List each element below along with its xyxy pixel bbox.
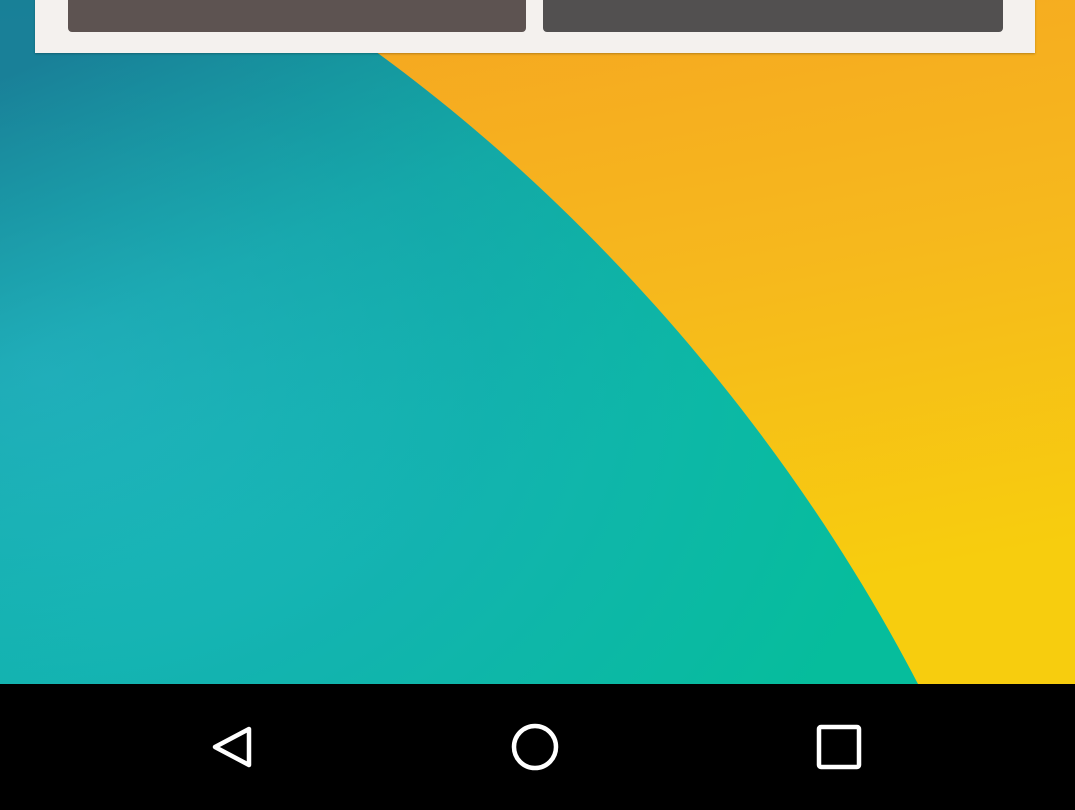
wallpaper-art [0,0,1075,684]
widget-card [35,0,1035,53]
widget-left-button[interactable] [68,0,526,32]
triangle-back-icon [212,726,252,768]
android-home-screen [0,0,1075,810]
wallpaper [0,0,1075,684]
navigation-bar [0,684,1075,810]
square-recents-icon [816,724,862,770]
recents-button[interactable] [779,694,899,800]
home-button[interactable] [475,694,595,800]
back-button[interactable] [172,694,292,800]
widget-right-button[interactable] [543,0,1003,32]
circle-home-icon [511,723,559,771]
